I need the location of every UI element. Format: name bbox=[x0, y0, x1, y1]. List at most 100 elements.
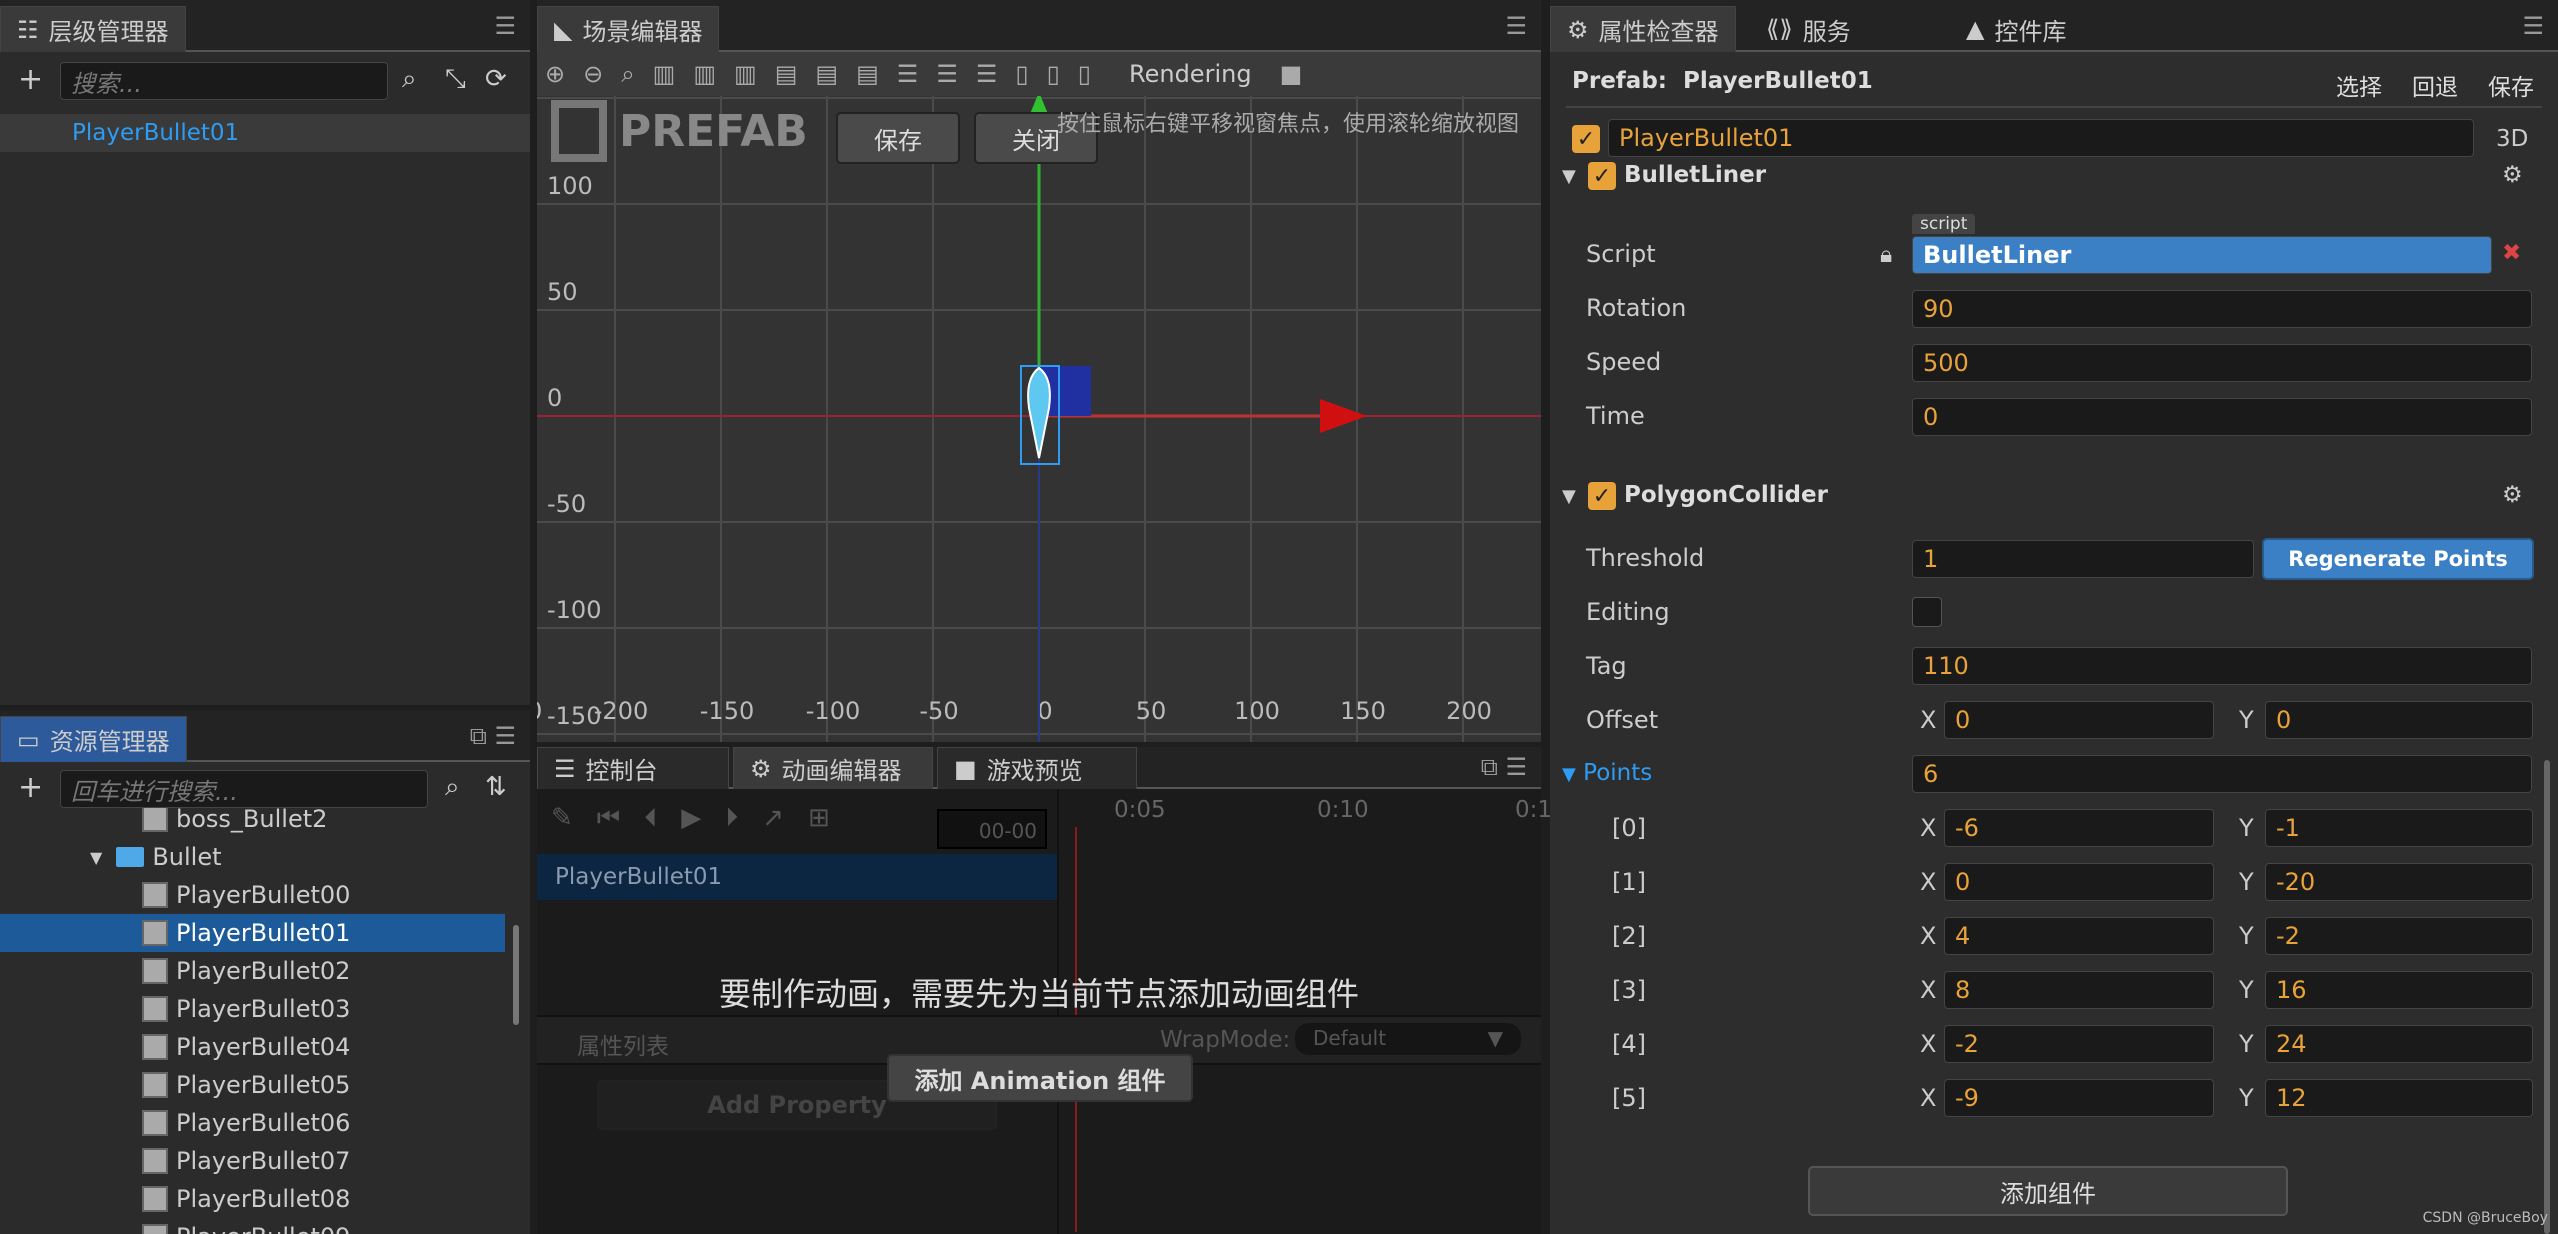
open-icon[interactable]: ↗ bbox=[762, 803, 784, 834]
tab-widgets[interactable]: ▲ 控件库 bbox=[1950, 6, 2082, 52]
component-settings-icon[interactable]: ⚙ bbox=[2502, 162, 2523, 188]
revert-button[interactable]: 回退 bbox=[2412, 68, 2458, 102]
asset-item[interactable]: PlayerBullet02 bbox=[0, 952, 505, 990]
offset-y-input[interactable]: 0 bbox=[2265, 701, 2533, 739]
distribute-vcenter-icon[interactable]: ☰ bbox=[936, 60, 958, 88]
point-y-input[interactable]: 24 bbox=[2265, 1025, 2533, 1063]
expand-arrow-icon[interactable]: ▼ bbox=[90, 848, 102, 867]
point-y-input[interactable]: -1 bbox=[2265, 809, 2533, 847]
search-input[interactable]: 搜索... bbox=[60, 62, 388, 100]
rotation-input[interactable]: 90 bbox=[1912, 290, 2532, 328]
distribute-right-icon[interactable]: ▯ bbox=[1078, 60, 1091, 88]
editing-checkbox[interactable] bbox=[1912, 597, 1942, 627]
refresh-icon[interactable]: ⟳ bbox=[485, 64, 507, 94]
point-y-input[interactable]: 12 bbox=[2265, 1079, 2533, 1117]
bulletliner-enabled-checkbox[interactable]: ✓ bbox=[1588, 162, 1616, 190]
collider-enabled-checkbox[interactable]: ✓ bbox=[1588, 482, 1616, 510]
scrollbar[interactable] bbox=[513, 925, 519, 1025]
distribute-hcenter-icon[interactable]: ▯ bbox=[1047, 60, 1060, 88]
tab-game-preview[interactable]: ■ 游戏预览 bbox=[937, 747, 1137, 789]
point-y-input[interactable]: -20 bbox=[2265, 863, 2533, 901]
asset-item[interactable]: PlayerBullet03 bbox=[0, 990, 505, 1028]
3d-toggle[interactable]: 3D bbox=[2496, 126, 2528, 152]
point-x-input[interactable]: 8 bbox=[1944, 971, 2214, 1009]
threshold-input[interactable]: 1 bbox=[1912, 540, 2254, 578]
tab-scene[interactable]: ◣ 场景编辑器 bbox=[537, 6, 720, 52]
select-button[interactable]: 选择 bbox=[2336, 68, 2382, 102]
asset-item[interactable]: PlayerBullet05 bbox=[0, 1066, 505, 1104]
add-component-button[interactable]: 添加组件 bbox=[1808, 1166, 2288, 1216]
play-icon[interactable]: ▶ bbox=[681, 803, 701, 834]
search-icon[interactable]: ⌕ bbox=[445, 772, 460, 803]
prev-frame-icon[interactable]: ⏴ bbox=[644, 803, 657, 834]
asset-item[interactable]: PlayerBullet08 bbox=[0, 1180, 505, 1218]
tab-console[interactable]: ☰ 控制台 bbox=[537, 747, 729, 789]
asset-item[interactable]: PlayerBullet09 bbox=[0, 1218, 505, 1234]
edit-icon[interactable]: ✎ bbox=[551, 803, 573, 834]
rendering-dropdown[interactable]: Rendering bbox=[1129, 60, 1252, 88]
asset-search-input[interactable]: 回车进行搜索... bbox=[60, 770, 428, 808]
point-x-input[interactable]: -9 bbox=[1944, 1079, 2214, 1117]
tab-animation[interactable]: ⚙ 动画编辑器 bbox=[733, 747, 933, 789]
scrollbar[interactable] bbox=[2544, 760, 2550, 1234]
time-field[interactable]: 00-00 bbox=[937, 809, 1047, 849]
align-top-icon[interactable]: ▥ bbox=[653, 60, 676, 88]
point-y-input[interactable]: -2 bbox=[2265, 917, 2533, 955]
camera-icon[interactable]: ■ bbox=[1280, 60, 1303, 88]
hierarchy-item[interactable]: PlayerBullet01 bbox=[0, 114, 530, 152]
scene-viewport[interactable]: 150100500-50-100-150-250-200-150-100-500… bbox=[537, 96, 1541, 742]
tag-input[interactable]: 110 bbox=[1912, 647, 2532, 685]
menu-icon[interactable]: ☰ bbox=[1505, 12, 1527, 40]
menu-icon[interactable]: ☰ bbox=[494, 12, 516, 40]
zoom-in-icon[interactable]: ⊕ bbox=[545, 60, 565, 88]
tab-services[interactable]: ⟪⟫ 服务 bbox=[1750, 6, 1867, 52]
offset-x-input[interactable]: 0 bbox=[1944, 701, 2214, 739]
asset-item[interactable]: PlayerBullet07 bbox=[0, 1142, 505, 1180]
save-button[interactable]: 保存 bbox=[836, 112, 960, 164]
point-x-input[interactable]: -2 bbox=[1944, 1025, 2214, 1063]
point-x-input[interactable]: 0 bbox=[1944, 863, 2214, 901]
time-input[interactable]: 0 bbox=[1912, 398, 2532, 436]
sort-icon[interactable]: ⇅ bbox=[485, 772, 507, 802]
distribute-top-icon[interactable]: ☰ bbox=[897, 60, 919, 88]
zoom-reset-icon[interactable]: ⌕ bbox=[621, 60, 634, 88]
align-left-icon[interactable]: ▤ bbox=[775, 60, 798, 88]
zoom-out-icon[interactable]: ⊖ bbox=[583, 60, 603, 88]
search-icon[interactable]: ⌕ bbox=[402, 64, 417, 95]
regenerate-points-button[interactable]: Regenerate Points bbox=[2262, 538, 2534, 580]
menu-icon[interactable]: ☰ bbox=[2522, 12, 2544, 40]
tab-hierarchy[interactable]: ☷ 层级管理器 bbox=[0, 6, 186, 52]
speed-input[interactable]: 500 bbox=[1912, 344, 2532, 382]
add-event-icon[interactable]: ⊞ bbox=[808, 803, 830, 834]
distribute-left-icon[interactable]: ▯ bbox=[1015, 60, 1028, 88]
align-vcenter-icon[interactable]: ▥ bbox=[693, 60, 716, 88]
align-hcenter-icon[interactable]: ▤ bbox=[815, 60, 838, 88]
points-count-input[interactable]: 6 bbox=[1912, 755, 2532, 793]
node-name-input[interactable]: PlayerBullet01 bbox=[1608, 119, 2474, 157]
add-icon[interactable]: + bbox=[18, 770, 43, 805]
point-x-input[interactable]: 4 bbox=[1944, 917, 2214, 955]
add-animation-button[interactable]: 添加 Animation 组件 bbox=[887, 1054, 1193, 1102]
script-field[interactable]: BulletLiner bbox=[1912, 236, 2492, 274]
component-settings-icon[interactable]: ⚙ bbox=[2502, 482, 2523, 508]
align-bottom-icon[interactable]: ▥ bbox=[734, 60, 757, 88]
collapse-icon[interactable]: ⤡ bbox=[445, 64, 466, 95]
tab-assets[interactable]: ▭ 资源管理器 bbox=[0, 716, 187, 762]
tab-inspector[interactable]: ⚙ 属性检查器 bbox=[1550, 6, 1736, 52]
distribute-bottom-icon[interactable]: ☰ bbox=[976, 60, 998, 88]
point-x-input[interactable]: -6 bbox=[1944, 809, 2214, 847]
wrapmode-select[interactable]: Default ▼ bbox=[1295, 1023, 1521, 1055]
asset-item[interactable]: PlayerBullet06 bbox=[0, 1104, 505, 1142]
points-toggle[interactable]: ▼ Points bbox=[1562, 760, 1652, 786]
next-frame-icon[interactable]: ⏵ bbox=[725, 803, 738, 834]
anim-node-row[interactable]: PlayerBullet01 bbox=[537, 854, 1057, 900]
menu-icon[interactable]: ⧉ ☰ bbox=[470, 722, 516, 750]
apply-button[interactable]: 保存 bbox=[2488, 68, 2534, 102]
asset-item[interactable]: PlayerBullet01 bbox=[0, 914, 505, 952]
add-icon[interactable]: + bbox=[18, 62, 43, 97]
collapse-icon[interactable]: ▼ bbox=[1562, 166, 1576, 187]
asset-item[interactable]: PlayerBullet00 bbox=[0, 876, 505, 914]
menu-icon[interactable]: ⧉ ☰ bbox=[1481, 753, 1527, 781]
collapse-icon[interactable]: ▼ bbox=[1562, 486, 1576, 507]
align-right-icon[interactable]: ▤ bbox=[856, 60, 879, 88]
